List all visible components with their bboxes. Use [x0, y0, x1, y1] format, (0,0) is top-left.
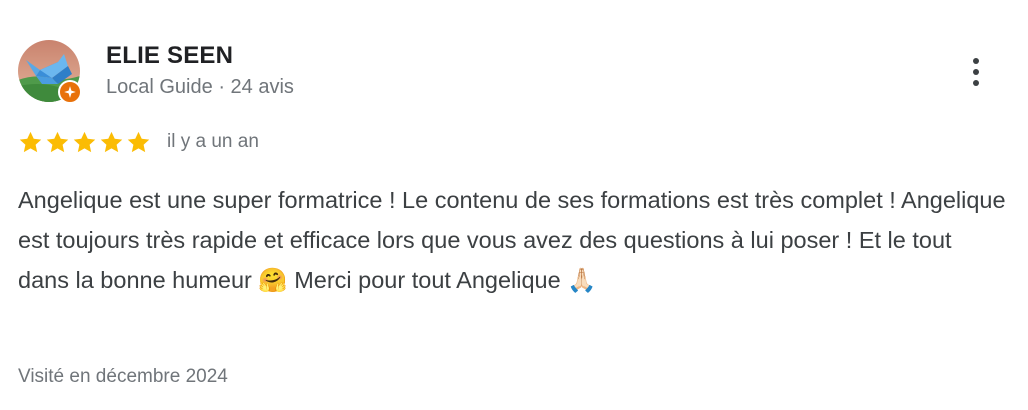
rating-row: il y a un an: [18, 128, 259, 156]
hugging-face-emoji: 🤗: [258, 266, 288, 294]
meta-separator: ·: [218, 76, 225, 98]
star-icon: [127, 131, 150, 152]
review-text: Angelique est une super formatrice ! Le …: [18, 180, 1008, 300]
review-date: il y a un an: [167, 131, 259, 152]
review-card: ELIE SEEN Local Guide · 24 avis il y a u…: [0, 0, 1028, 410]
more-vertical-icon-dot-1: [973, 58, 979, 64]
folded-hands-emoji: 🙏🏻: [567, 266, 597, 294]
reviewer-name[interactable]: ELIE SEEN: [106, 42, 233, 70]
star-icon: [46, 131, 69, 152]
review-text-part-2: Merci pour tout Angelique: [287, 267, 568, 293]
local-guide-badge-icon: [58, 80, 82, 104]
more-vertical-icon-dot-2: [973, 69, 979, 75]
reviewer-meta: Local Guide · 24 avis: [106, 76, 294, 99]
star-icon: [73, 131, 96, 152]
more-vertical-icon-dot-3: [973, 80, 979, 86]
visit-date: Visité en décembre 2024: [18, 366, 228, 387]
more-options-button[interactable]: [956, 52, 996, 92]
star-icon: [19, 131, 42, 152]
reviewer-role: Local Guide: [106, 76, 213, 98]
star-icon: [100, 131, 123, 152]
reviewer-review-count: 24 avis: [230, 76, 294, 98]
reviewer-avatar[interactable]: [18, 40, 82, 104]
star-rating: [18, 130, 151, 155]
